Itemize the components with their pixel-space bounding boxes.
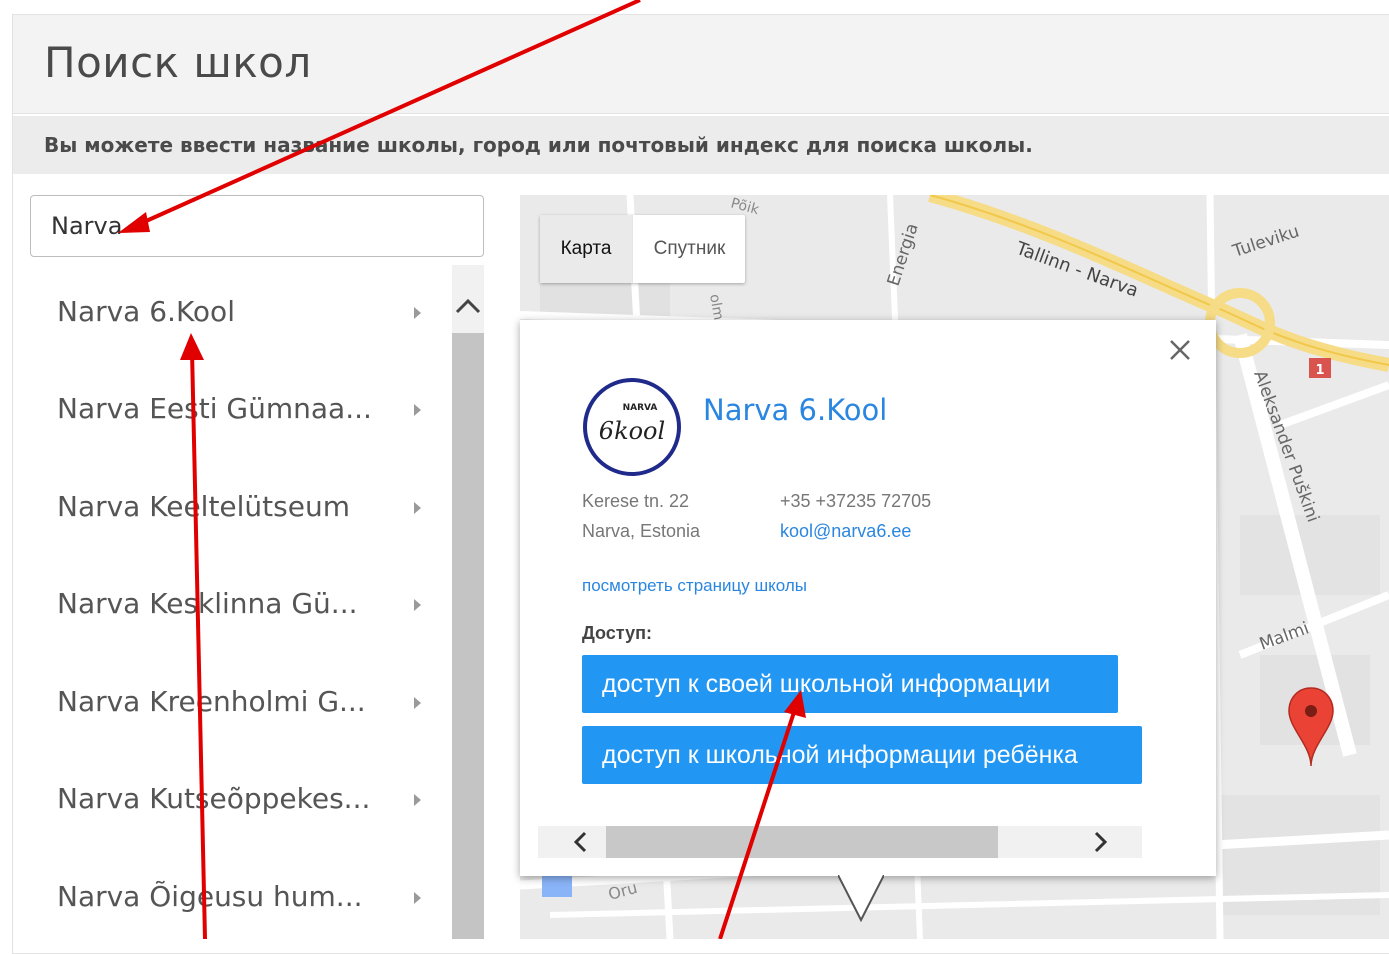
own-school-info-button[interactable]: доступ к своей школьной информации (582, 655, 1118, 713)
map-type-map-button[interactable]: Карта (540, 215, 632, 283)
result-label: Narva Kesklinna Gü... (57, 587, 358, 620)
chevron-right-icon (414, 502, 421, 514)
map-type-control: Карта Спутник (540, 215, 745, 283)
chevron-right-icon (414, 794, 421, 806)
result-item[interactable]: Narva Õigeusu hum... (30, 850, 450, 939)
result-item[interactable]: Narva Kutseõppekes... (30, 752, 450, 849)
school-phone: +35 +37235 72705 (780, 491, 932, 511)
view-school-page-link[interactable]: посмотреть страницу школы (582, 576, 807, 596)
result-item[interactable]: Narva Kesklinna Gü... (30, 557, 450, 654)
address-line: Kerese tn. 22 (582, 491, 690, 511)
result-label: Narva Õigeusu hum... (57, 880, 363, 913)
result-label: Narva Eesti Gümnaa... (57, 392, 372, 425)
chevron-right-icon (414, 404, 421, 416)
chevron-right-icon (414, 697, 421, 709)
result-label: Narva 6.Kool (57, 295, 235, 328)
close-icon[interactable] (1166, 336, 1194, 364)
search-hint: Вы можете ввести название школы, город и… (44, 133, 1033, 157)
chevron-right-icon (414, 599, 421, 611)
result-item[interactable]: Narva Eesti Gümnaa... (30, 362, 450, 459)
school-email-link[interactable]: kool@narva6.ee (780, 516, 931, 546)
results-list: Narva 6.Kool Narva Eesti Gümnaa... Narva… (30, 265, 450, 939)
result-item[interactable]: Narva Kreenholmi G... (30, 655, 450, 752)
result-label: Narva Kreenholmi G... (57, 685, 366, 718)
info-window-tail (838, 875, 884, 923)
chevron-up-icon[interactable] (452, 290, 484, 322)
result-label: Narva Kutseõppekes... (57, 782, 371, 815)
chevron-right-icon (414, 892, 421, 904)
address-line: Narva, Estonia (582, 521, 701, 541)
logo-text: 6kool (599, 417, 665, 445)
map-marker-icon[interactable] (1286, 686, 1336, 768)
info-horizontal-scrollbar-thumb[interactable] (606, 826, 998, 858)
map-type-satellite-button[interactable]: Спутник (632, 215, 746, 283)
child-school-info-button[interactable]: доступ к школьной информации ребёнка (582, 726, 1142, 784)
result-item[interactable]: Narva Keeltelütseum (30, 460, 450, 557)
chevron-left-icon[interactable] (566, 828, 596, 856)
school-name-link[interactable]: Narva 6.Kool (703, 393, 887, 427)
school-logo-icon: NARVA 6kool (583, 378, 681, 476)
result-label: Narva Keeltelütseum (57, 490, 350, 523)
school-address: Kerese tn. 22 Narva, Estonia (582, 486, 700, 546)
page-title: Поиск школ (44, 38, 312, 87)
chevron-right-icon (414, 307, 421, 319)
school-contact: +35 +37235 72705 kool@narva6.ee (780, 486, 931, 546)
logo-text-top: NARVA (623, 403, 658, 413)
access-label: Доступ: (582, 623, 652, 643)
result-item[interactable]: Narva 6.Kool (30, 265, 450, 362)
chevron-right-icon[interactable] (1085, 828, 1115, 856)
search-input[interactable] (30, 195, 484, 257)
results-scrollbar-thumb[interactable] (452, 333, 484, 939)
route-badge-label: 1 (1315, 363, 1324, 378)
